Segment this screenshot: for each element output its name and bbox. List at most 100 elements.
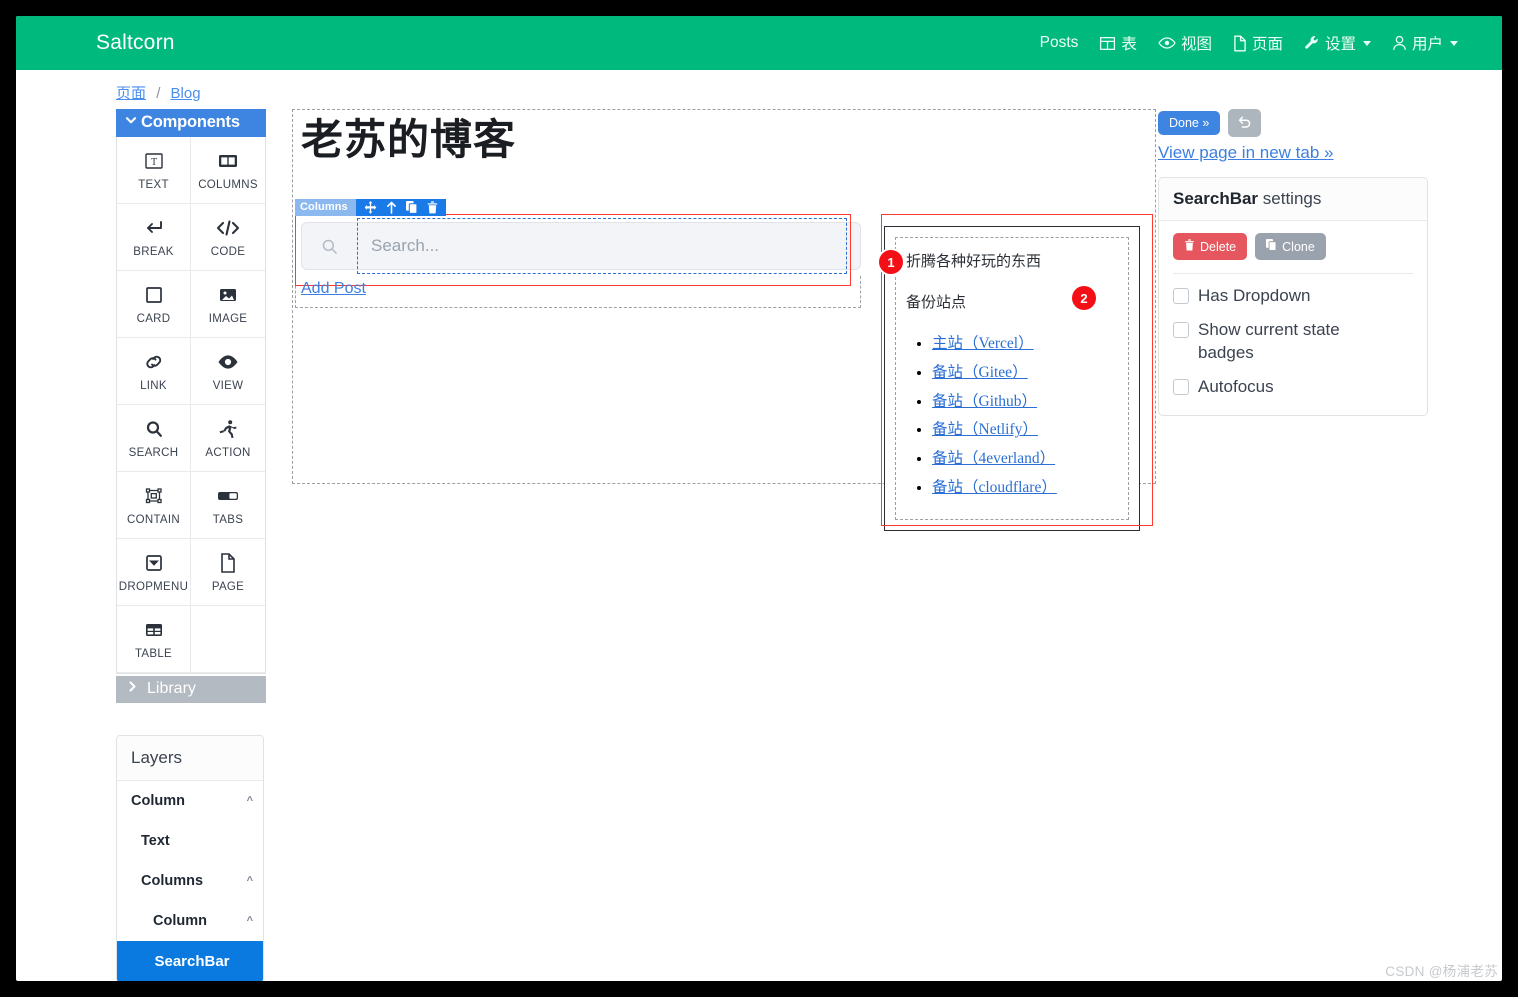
setting-show-state-badges[interactable]: Show current state badges xyxy=(1173,319,1413,365)
nav-item-users[interactable]: 用户 xyxy=(1392,32,1458,54)
setting-autofocus[interactable]: Autofocus xyxy=(1173,376,1413,399)
layer-item-searchbar[interactable]: SearchBar xyxy=(117,941,263,981)
columns-block-toolbar: Columns xyxy=(295,199,446,217)
clone-icon[interactable] xyxy=(405,201,418,214)
user-icon xyxy=(1392,35,1407,51)
done-button[interactable]: Done » xyxy=(1158,111,1221,135)
library-header[interactable]: Library xyxy=(116,676,266,703)
clone-button[interactable]: Clone xyxy=(1255,233,1326,260)
search-input[interactable] xyxy=(357,222,861,271)
layer-label: SearchBar xyxy=(154,953,230,970)
code-icon xyxy=(216,216,240,240)
nav-item-views[interactable]: 视图 xyxy=(1158,32,1212,54)
card-inner-dashed: 折腾各种好玩的东西 备份站点 主站（Vercel） 备站（Gitee） 备站（G… xyxy=(895,237,1129,520)
component-page[interactable]: PAGE xyxy=(191,539,265,606)
nav-label-settings: 设置 xyxy=(1324,36,1356,53)
eye-icon xyxy=(1158,35,1176,51)
components-grid: T TEXT COLUMNS BREAK CODE CARD IMAGE LIN… xyxy=(116,137,266,674)
component-action[interactable]: ACTION xyxy=(191,405,265,472)
search-icon xyxy=(301,222,357,271)
show-state-badges-checkbox[interactable] xyxy=(1173,321,1189,338)
move-icon[interactable] xyxy=(364,201,377,214)
trash-icon[interactable] xyxy=(427,201,438,214)
settings-title-suffix: settings xyxy=(1258,189,1322,208)
undo-button[interactable] xyxy=(1228,109,1262,137)
canvas-root-container[interactable]: 老苏的博客 Columns Search... 1 Add Post 折腾各种好… xyxy=(292,109,1156,531)
layer-item-column-root[interactable]: Column ^ xyxy=(117,781,263,821)
component-label: TABS xyxy=(212,514,244,526)
autofocus-label: Autofocus xyxy=(1198,376,1274,396)
chevron-right-icon xyxy=(126,680,139,698)
nav-item-tables[interactable]: 表 xyxy=(1099,32,1137,54)
nav-item-settings[interactable]: 设置 xyxy=(1304,32,1371,54)
component-label: ACTION xyxy=(205,447,251,459)
component-text[interactable]: T TEXT xyxy=(117,137,191,204)
brand-logo[interactable]: Saltcorn xyxy=(96,31,175,55)
component-image[interactable]: IMAGE xyxy=(191,271,265,338)
tabs-icon xyxy=(216,484,240,508)
settings-title-component: SearchBar xyxy=(1173,189,1259,208)
chevron-up-icon[interactable]: ^ xyxy=(247,915,253,927)
breadcrumb-separator: / xyxy=(156,85,161,102)
view-page-new-tab-link[interactable]: View page in new tab » xyxy=(1158,143,1428,163)
layer-label: Column xyxy=(153,913,207,929)
component-card[interactable]: CARD xyxy=(117,271,191,338)
component-label: CODE xyxy=(210,246,246,258)
search-bar-widget[interactable] xyxy=(301,222,861,271)
card-link[interactable]: 备站（Github） xyxy=(932,393,1037,410)
component-search[interactable]: SEARCH xyxy=(117,405,191,472)
chevron-down-icon xyxy=(124,113,138,132)
setting-has-dropdown[interactable]: Has Dropdown xyxy=(1173,285,1413,308)
card-link[interactable]: 备站（Netlify） xyxy=(932,421,1038,438)
chevron-down-icon xyxy=(1450,40,1458,46)
layer-item-columns[interactable]: Columns ^ xyxy=(117,861,263,901)
component-label: PAGE xyxy=(211,581,245,593)
card-link[interactable]: 备站（Gitee） xyxy=(932,364,1028,381)
autofocus-checkbox[interactable] xyxy=(1173,378,1189,395)
components-header[interactable]: Components xyxy=(116,109,266,137)
layer-item-text[interactable]: Text xyxy=(117,821,263,861)
card-link[interactable]: 备站（cloudflare） xyxy=(932,479,1057,496)
chevron-up-icon[interactable]: ^ xyxy=(247,795,253,807)
component-tabs[interactable]: TABS xyxy=(191,472,265,539)
nav-label-pages: 页面 xyxy=(1251,36,1283,53)
component-columns[interactable]: COLUMNS xyxy=(191,137,265,204)
settings-panel: SearchBar settings Delete Clone Has Drop… xyxy=(1158,177,1428,416)
component-label: CONTAIN xyxy=(127,514,180,526)
chevron-down-icon xyxy=(1362,40,1371,46)
delete-button-label: Delete xyxy=(1200,239,1237,254)
image-icon xyxy=(217,283,239,307)
has-dropdown-checkbox[interactable] xyxy=(1173,288,1189,304)
component-dropmenu[interactable]: DROPMENU xyxy=(117,539,191,606)
add-post-link[interactable]: Add Post xyxy=(301,280,366,298)
component-label: COLUMNS xyxy=(198,179,258,191)
card-link[interactable]: 备站（4everland） xyxy=(932,450,1055,467)
settings-button-row: Delete Clone xyxy=(1173,233,1413,274)
settings-panel-title: SearchBar settings xyxy=(1159,178,1427,221)
component-label: TEXT xyxy=(138,179,169,191)
html-card-block[interactable]: 折腾各种好玩的东西 备份站点 主站（Vercel） 备站（Gitee） 备站（G… xyxy=(884,226,1140,531)
navbar-links: Posts 表 视图 页面 设置 用户 xyxy=(1040,32,1458,54)
component-label: TABLE xyxy=(134,648,173,660)
component-contain[interactable]: CONTAIN xyxy=(117,472,191,539)
link-icon xyxy=(143,350,165,374)
nav-item-posts[interactable]: Posts xyxy=(1040,34,1079,52)
component-label: LINK xyxy=(140,380,167,392)
component-break[interactable]: BREAK xyxy=(117,204,191,271)
delete-button[interactable]: Delete xyxy=(1173,233,1248,260)
layer-item-column-nested[interactable]: Column ^ xyxy=(117,901,263,941)
breadcrumb-current[interactable]: Blog xyxy=(171,85,201,102)
card-link-list: 主站（Vercel） 备站（Gitee） 备站（Github） 备站（Netli… xyxy=(906,332,1118,501)
arrow-up-icon[interactable] xyxy=(386,201,397,214)
component-code[interactable]: CODE xyxy=(191,204,265,271)
nav-item-pages[interactable]: 页面 xyxy=(1233,32,1283,54)
editor-action-row: Done » xyxy=(1158,109,1428,137)
card-link[interactable]: 主站（Vercel） xyxy=(932,335,1034,352)
nav-label-tables: 表 xyxy=(1121,36,1137,53)
component-view[interactable]: VIEW xyxy=(191,338,265,405)
breadcrumb-root[interactable]: 页面 xyxy=(116,85,146,102)
layers-panel: Layers Column ^ Text Columns ^ Column ^ xyxy=(116,735,264,981)
component-table[interactable]: TABLE xyxy=(117,606,191,673)
component-link[interactable]: LINK xyxy=(117,338,191,405)
chevron-up-icon[interactable]: ^ xyxy=(247,875,253,887)
